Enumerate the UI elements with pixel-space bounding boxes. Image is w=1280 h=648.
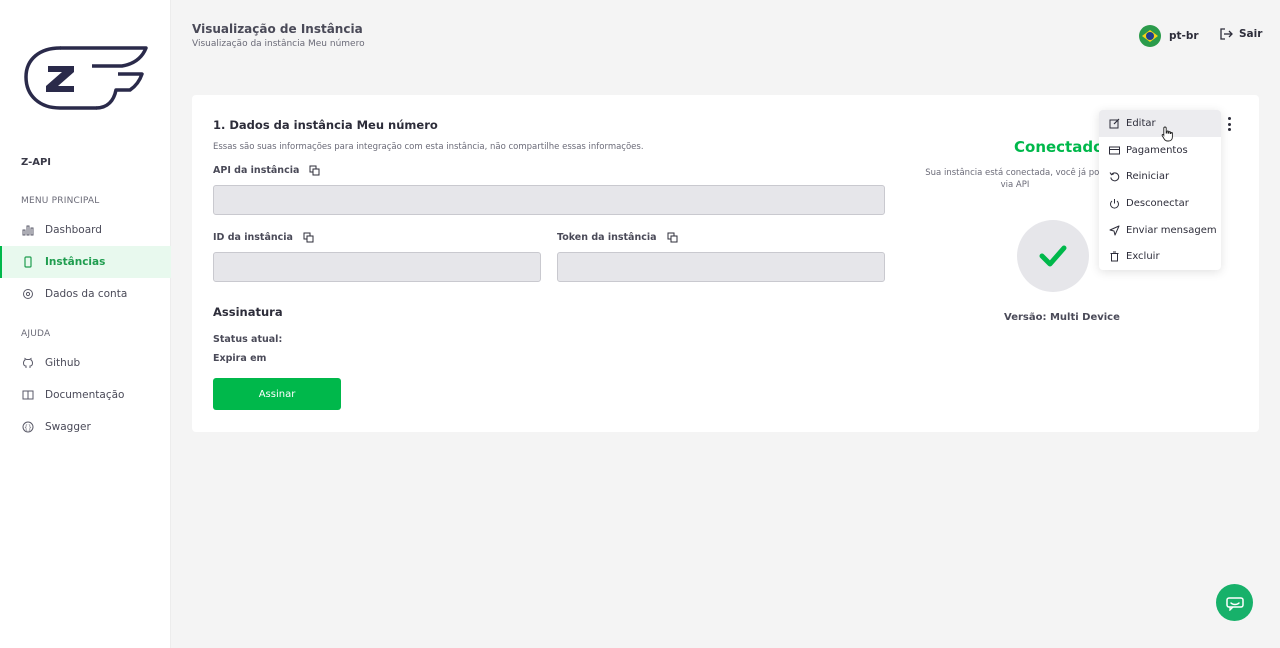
svg-text:{}: {} (24, 424, 32, 431)
logout-button[interactable]: Sair (1220, 28, 1262, 40)
menu-item-label: Editar (1126, 117, 1156, 129)
connection-status: Conectado (1014, 138, 1104, 156)
instance-actions-menu: Editar Pagamentos Reiniciar Desconectar … (1099, 110, 1221, 270)
api-label-text: API da instância (213, 165, 300, 176)
menu-item-label: Desconectar (1126, 197, 1189, 209)
more-options-button[interactable] (1222, 115, 1236, 133)
help-label: AJUDA (21, 329, 51, 339)
menu-item-label: Enviar mensagem (1126, 224, 1217, 236)
menu-item-label: Reiniciar (1126, 171, 1170, 183)
page-title: Visualização de Instância (192, 22, 363, 36)
restart-icon (1109, 171, 1120, 182)
copy-icon[interactable] (667, 232, 678, 243)
gear-icon (21, 287, 35, 301)
trash-icon (1109, 251, 1120, 262)
book-icon (21, 388, 35, 402)
brand-label: Z-API (21, 157, 52, 168)
checkmark-icon (1039, 245, 1067, 267)
language-selector[interactable]: pt-br (1139, 25, 1199, 47)
card-title: 1. Dados da instância Meu número (213, 118, 438, 132)
sidebar-item-label: Dados da conta (45, 288, 128, 300)
menu-item-excluir[interactable]: Excluir (1099, 243, 1221, 270)
sidebar-item-swagger[interactable]: {} Swagger (0, 411, 171, 443)
sidebar: Z-API MENU PRINCIPAL Dashboard Instância… (0, 0, 171, 648)
card-description: Essas são suas informações para integraç… (213, 142, 644, 152)
swagger-icon: {} (21, 420, 35, 434)
status-description-line: via API (1000, 180, 1030, 190)
sidebar-item-dashboard[interactable]: Dashboard (0, 214, 171, 246)
menu-item-reiniciar[interactable]: Reiniciar (1099, 163, 1221, 190)
sidebar-item-instancias[interactable]: Instâncias (0, 246, 171, 278)
support-chat-button[interactable] (1216, 584, 1253, 621)
sidebar-item-documentacao[interactable]: Documentação (0, 379, 171, 411)
logout-icon (1220, 28, 1233, 40)
sidebar-item-label: Documentação (45, 389, 125, 401)
subscription-title: Assinatura (213, 305, 283, 319)
id-label-text: ID da instância (213, 232, 293, 243)
brazil-flag-icon (1139, 25, 1161, 47)
connected-indicator (1017, 220, 1089, 292)
sign-button[interactable]: Assinar (213, 378, 341, 410)
sidebar-item-dados-conta[interactable]: Dados da conta (0, 278, 171, 310)
page-subtitle: Visualização da instância Meu número (192, 39, 365, 49)
version-label: Versão: Multi Device (1004, 312, 1120, 323)
main-menu-label: MENU PRINCIPAL (21, 196, 100, 206)
expires-label: Expira em (213, 353, 267, 364)
bar-chart-icon (21, 223, 35, 237)
z-api-logo[interactable] (22, 44, 150, 114)
sidebar-item-label: Swagger (45, 421, 91, 433)
id-label: ID da instância (213, 232, 314, 243)
send-icon (1109, 225, 1120, 236)
menu-item-enviar-mensagem[interactable]: Enviar mensagem (1099, 217, 1221, 244)
menu-item-pagamentos[interactable]: Pagamentos (1099, 137, 1221, 164)
menu-item-label: Pagamentos (1126, 144, 1188, 156)
sidebar-item-label: Instâncias (45, 256, 106, 268)
github-icon (21, 356, 35, 370)
menu-item-desconectar[interactable]: Desconectar (1099, 190, 1221, 217)
hand-cursor-icon (1161, 126, 1173, 142)
token-label: Token da instância (557, 232, 678, 243)
dot (1227, 128, 1231, 131)
sidebar-item-label: Dashboard (45, 224, 102, 236)
credit-card-icon (1109, 145, 1120, 156)
copy-icon[interactable] (303, 232, 314, 243)
status-description: Sua instância está conectada, você já po… (920, 167, 1110, 191)
edit-icon (1109, 118, 1120, 129)
status-label: Status atual: (213, 334, 283, 345)
dot (1227, 122, 1231, 126)
api-label: API da instância (213, 165, 320, 176)
logout-label: Sair (1239, 28, 1263, 40)
copy-icon[interactable] (309, 165, 320, 176)
menu-item-label: Excluir (1126, 251, 1160, 263)
language-label: pt-br (1169, 30, 1199, 42)
chat-icon (1225, 596, 1244, 611)
power-icon (1109, 198, 1120, 209)
token-field[interactable] (557, 252, 885, 282)
token-label-text: Token da instância (557, 232, 657, 243)
api-field[interactable] (213, 185, 885, 215)
menu-item-editar[interactable]: Editar (1099, 110, 1221, 137)
status-description-line: Sua instância está conectada, você já po… (925, 168, 1105, 178)
dot (1227, 117, 1231, 120)
sidebar-item-label: Github (45, 357, 81, 369)
id-field[interactable] (213, 252, 541, 282)
phone-icon (21, 255, 35, 269)
sidebar-item-github[interactable]: Github (0, 347, 171, 379)
